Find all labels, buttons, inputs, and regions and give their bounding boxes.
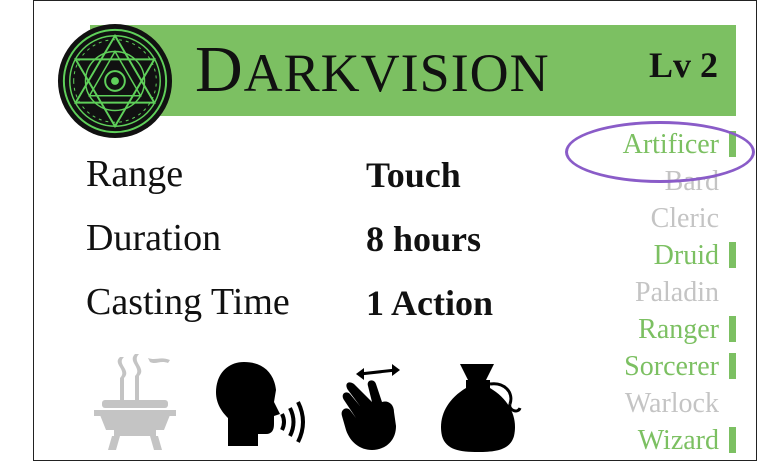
range-value: Touch xyxy=(366,155,461,195)
spell-title-rest: ARKVISION xyxy=(243,43,550,103)
class-item-sorcerer: Sorcerer xyxy=(624,348,736,385)
duration-value: 8 hours xyxy=(366,219,482,259)
verbal-speaking-head-icon xyxy=(216,362,305,446)
ritual-brazier-icon xyxy=(94,354,176,450)
spell-title-initial: D xyxy=(195,33,244,106)
spell-level: Lv 2 xyxy=(648,45,718,85)
artificer-highlight-ring xyxy=(565,121,755,183)
duration-label: Duration xyxy=(86,217,222,259)
casting-time-value: 1 Action xyxy=(366,283,494,323)
class-item-warlock: Warlock xyxy=(624,388,719,419)
material-pouch-icon xyxy=(441,364,522,452)
class-item-paladin: Paladin xyxy=(635,277,719,308)
class-item-druid: Druid xyxy=(654,237,736,274)
class-item-ranger: Ranger xyxy=(638,311,736,348)
range-label: Range xyxy=(86,153,184,195)
class-item-cleric: Cleric xyxy=(650,203,719,234)
class-item-wizard: Wizard xyxy=(638,422,736,459)
spell-title: DARKVISION xyxy=(195,30,550,110)
casting-time-label: Casting Time xyxy=(86,281,290,323)
somatic-hand-icon xyxy=(341,364,400,450)
arcane-sigil-icon xyxy=(57,23,173,139)
